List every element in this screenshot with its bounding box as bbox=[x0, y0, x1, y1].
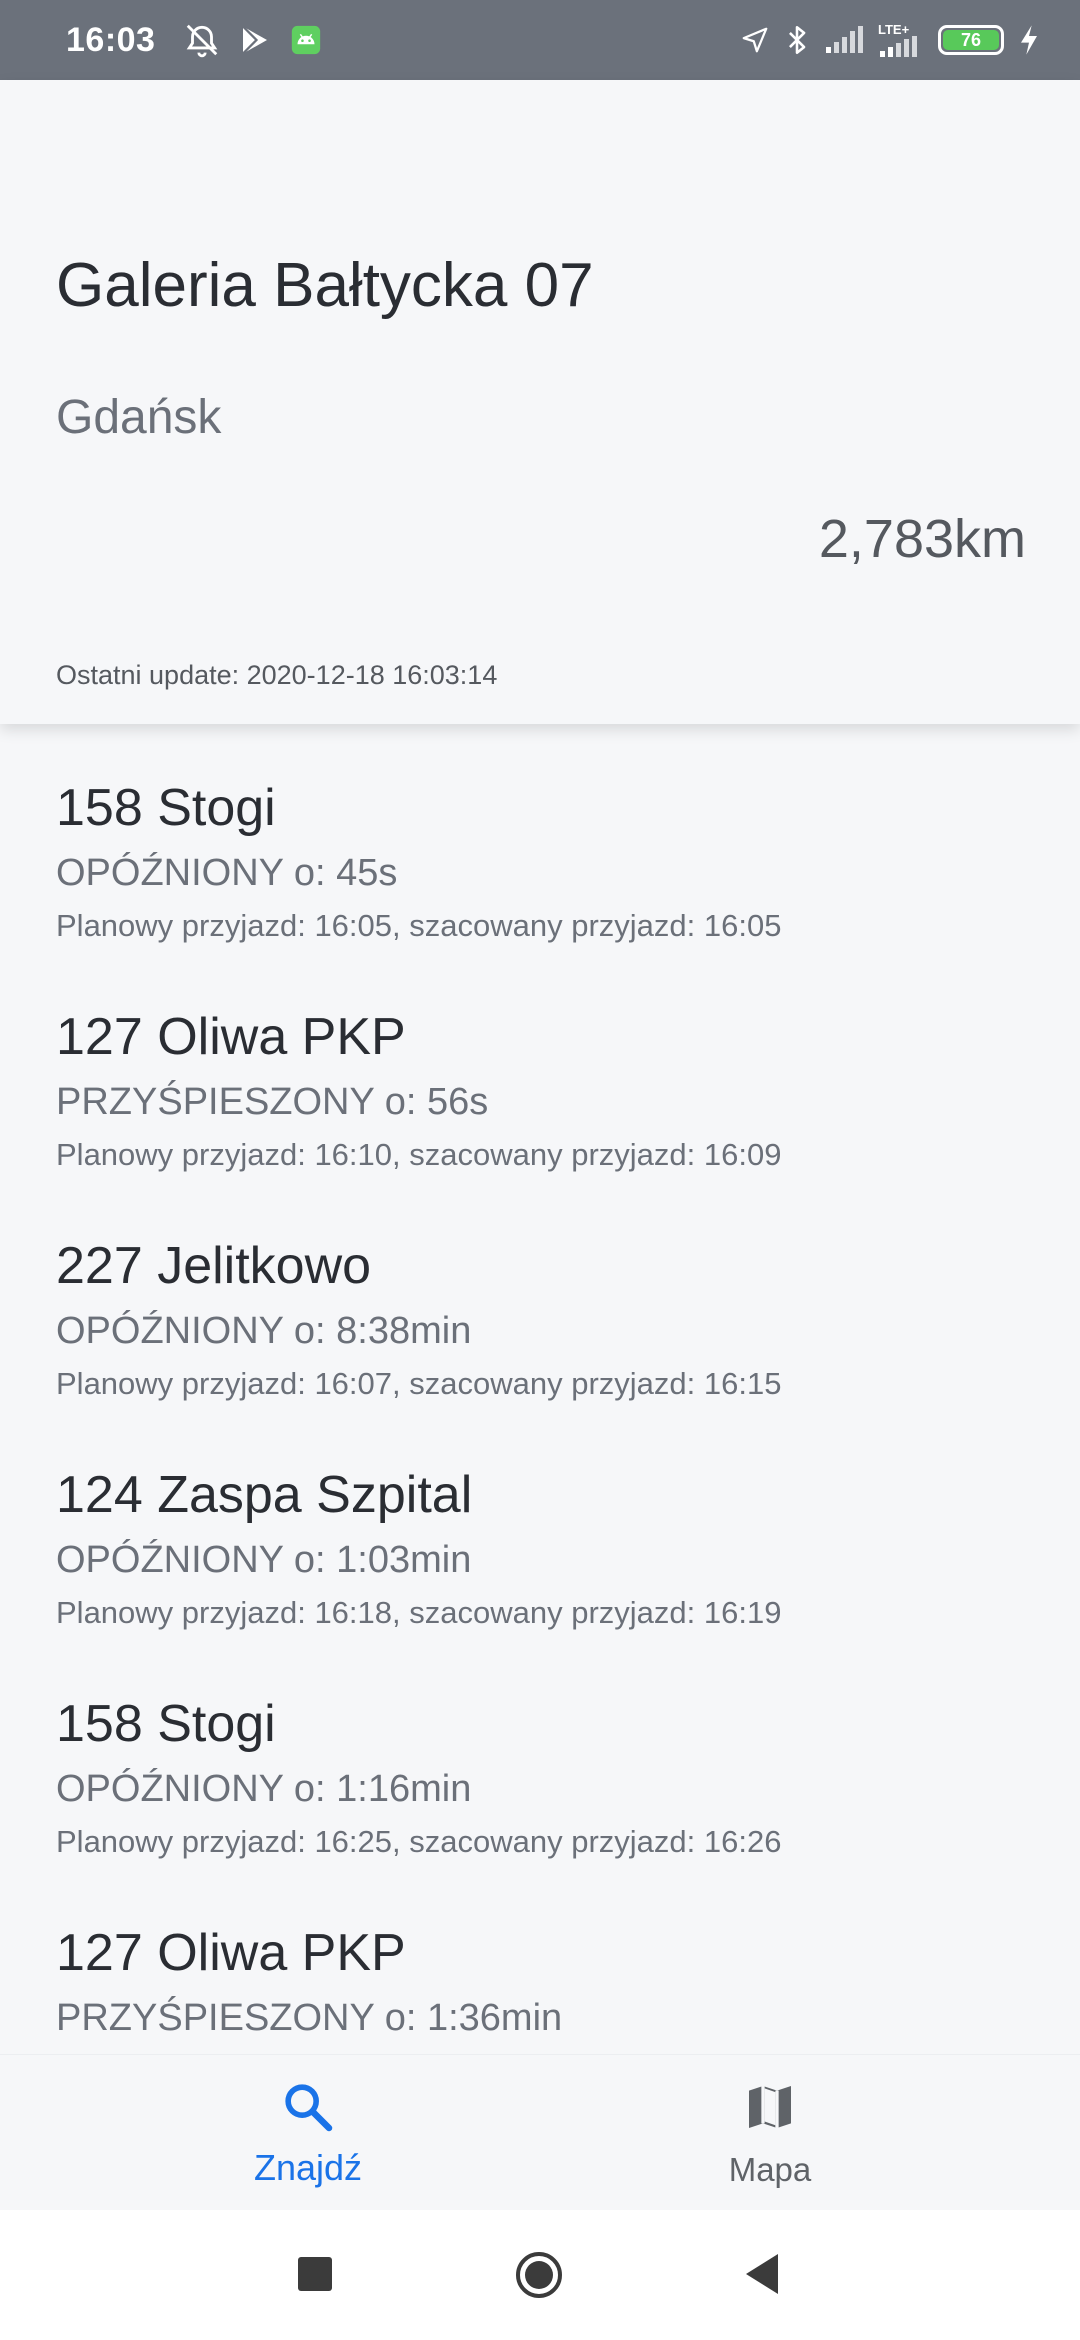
bottom-navigation: Znajdź Mapa bbox=[0, 2054, 1080, 2210]
system-navigation-bar bbox=[0, 2210, 1080, 2340]
departure-item[interactable]: 158 Stogi OPÓŹNIONY o: 1:16min Planowy p… bbox=[56, 1698, 1036, 1857]
departures-list[interactable]: 158 Stogi OPÓŹNIONY o: 45s Planowy przyj… bbox=[0, 724, 1080, 2054]
alarm-off-icon bbox=[183, 21, 221, 59]
departure-times: Planowy przyjazd: 16:18, szacowany przyj… bbox=[56, 1595, 782, 1630]
departure-line-title: 127 Oliwa PKP bbox=[56, 1008, 406, 1066]
departure-status: OPÓŹNIONY o: 1:03min bbox=[56, 1539, 472, 1581]
status-bar: 16:03 LTE+ 76 bbox=[0, 0, 1080, 80]
stop-city: Gdańsk bbox=[56, 391, 222, 444]
map-icon bbox=[742, 2079, 798, 2140]
network-label: LTE+ bbox=[878, 21, 910, 37]
play-store-icon bbox=[237, 22, 273, 58]
search-icon bbox=[280, 2079, 336, 2140]
tab-find-label: Znajdź bbox=[253, 2147, 363, 2188]
departure-status: PRZYŚPIESZONY o: 1:36min bbox=[56, 1997, 563, 2039]
departure-status: OPÓŹNIONY o: 45s bbox=[56, 852, 398, 894]
last-update-text: Ostatni update: 2020-12-18 16:03:14 bbox=[56, 660, 498, 690]
stop-distance: 2,783km bbox=[818, 509, 1026, 569]
screen: 16:03 LTE+ 76 Galeria Bałtycka 07 Gdańsk… bbox=[0, 0, 1080, 2340]
tab-map[interactable]: Mapa bbox=[620, 2055, 920, 2211]
departure-times: Planowy przyjazd: 16:07, szacowany przyj… bbox=[56, 1366, 782, 1401]
stop-name: Galeria Bałtycka 07 bbox=[56, 251, 594, 320]
departure-times: Planowy przyjazd: 16:05, szacowany przyj… bbox=[56, 908, 782, 943]
status-left: 16:03 bbox=[66, 21, 323, 60]
departure-item[interactable]: 127 Oliwa PKP PRZYŚPIESZONY o: 1:36min bbox=[56, 1927, 1036, 2054]
departure-line-title: 227 Jelitkowo bbox=[56, 1237, 372, 1295]
stop-header-card: Galeria Bałtycka 07 Gdańsk 2,783km Ostat… bbox=[0, 80, 1080, 724]
departure-status: OPÓŹNIONY o: 1:16min bbox=[56, 1768, 472, 1810]
location-icon bbox=[740, 25, 770, 55]
signal-icon bbox=[824, 25, 864, 55]
status-time: 16:03 bbox=[66, 20, 156, 59]
departure-status: PRZYŚPIESZONY o: 56s bbox=[56, 1081, 489, 1123]
bluetooth-icon bbox=[784, 23, 810, 57]
lte-signal-icon: LTE+ bbox=[878, 23, 924, 58]
departure-line-title: 158 Stogi bbox=[56, 1695, 276, 1753]
departure-item[interactable]: 158 Stogi OPÓŹNIONY o: 45s Planowy przyj… bbox=[56, 782, 1036, 941]
back-icon[interactable] bbox=[742, 2250, 782, 2298]
tab-map-label: Mapa bbox=[728, 2151, 812, 2188]
departure-times: Planowy przyjazd: 16:10, szacowany przyj… bbox=[56, 1137, 782, 1172]
charging-icon bbox=[1018, 24, 1040, 56]
departure-times: Planowy przyjazd: 16:25, szacowany przyj… bbox=[56, 1824, 782, 1859]
tab-find[interactable]: Znajdź bbox=[158, 2055, 458, 2211]
recent-apps-icon[interactable] bbox=[298, 2257, 332, 2291]
battery-icon: 76 bbox=[938, 25, 1004, 55]
departure-line-title: 158 Stogi bbox=[56, 779, 276, 837]
departure-item[interactable]: 227 Jelitkowo OPÓŹNIONY o: 8:38min Plano… bbox=[56, 1240, 1036, 1399]
android-icon bbox=[289, 23, 323, 57]
status-right: LTE+ 76 bbox=[740, 23, 1040, 58]
battery-level: 76 bbox=[943, 30, 999, 50]
departure-item[interactable]: 127 Oliwa PKP PRZYŚPIESZONY o: 56s Plano… bbox=[56, 1011, 1036, 1170]
departure-status: OPÓŹNIONY o: 8:38min bbox=[56, 1310, 472, 1352]
departure-item[interactable]: 124 Zaspa Szpital OPÓŹNIONY o: 1:03min P… bbox=[56, 1469, 1036, 1628]
departure-line-title: 127 Oliwa PKP bbox=[56, 1924, 406, 1982]
departure-line-title: 124 Zaspa Szpital bbox=[56, 1466, 473, 1524]
home-icon[interactable] bbox=[514, 2250, 564, 2300]
